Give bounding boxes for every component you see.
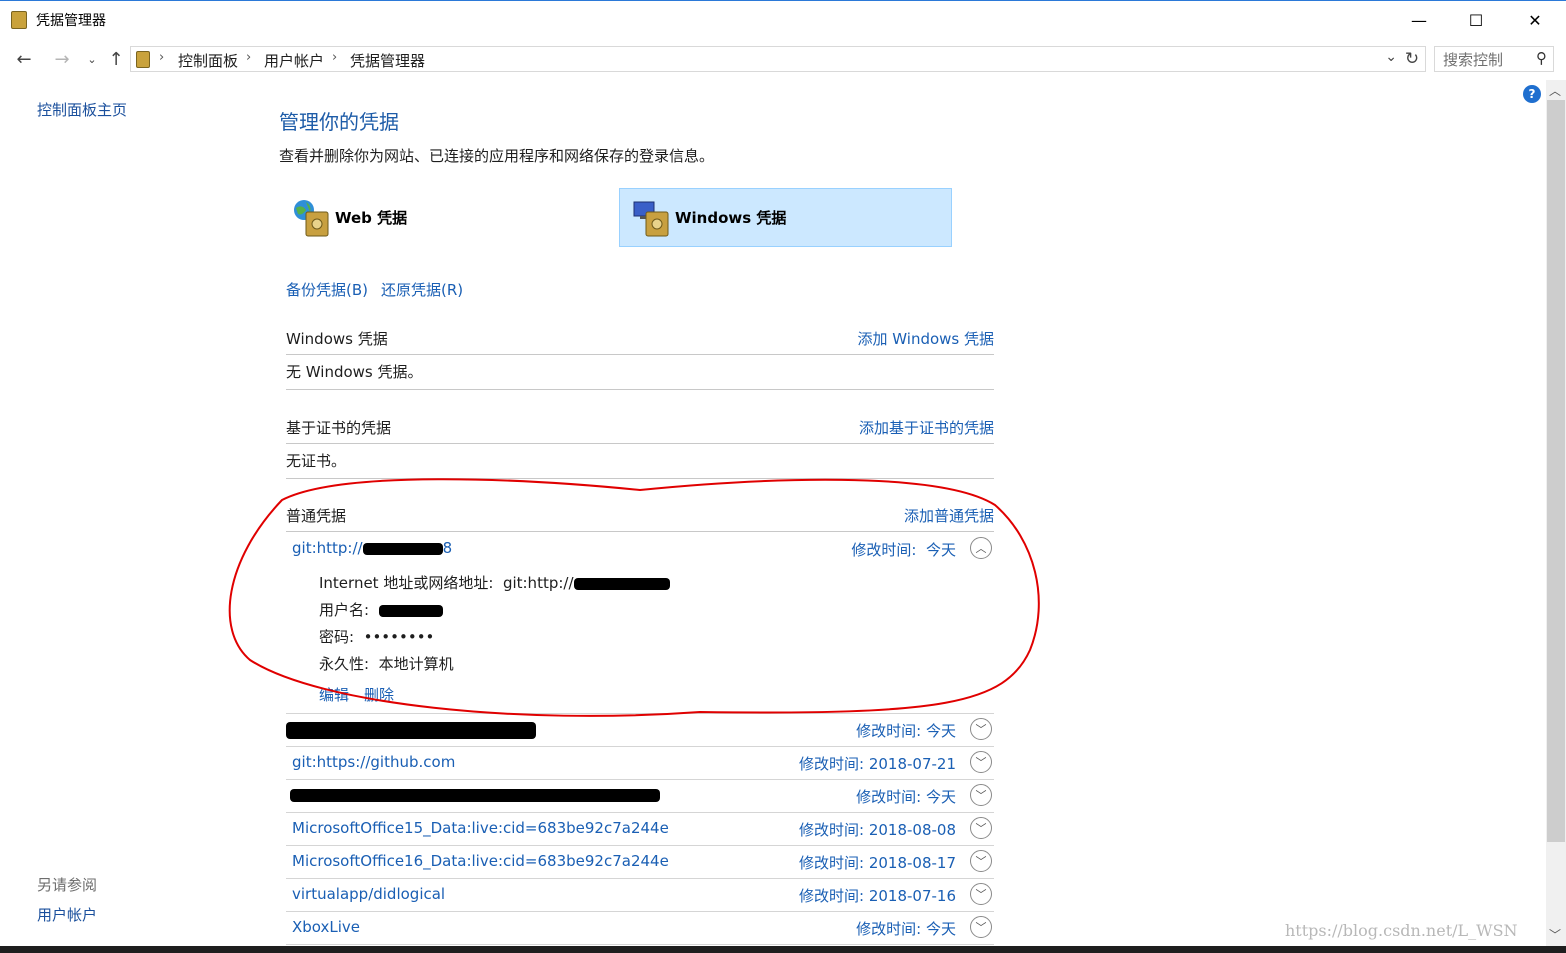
watermark: https://blog.csdn.net/L_WSN bbox=[1285, 921, 1518, 940]
scroll-up-arrow-icon[interactable]: ︿ bbox=[1549, 82, 1561, 99]
background-terminal-strip bbox=[0, 946, 1566, 953]
scrollbar-thumb[interactable] bbox=[1547, 100, 1565, 842]
scroll-down-arrow-icon[interactable]: ﹀ bbox=[1549, 926, 1561, 943]
red-annotation-ellipse bbox=[228, 478, 1040, 717]
